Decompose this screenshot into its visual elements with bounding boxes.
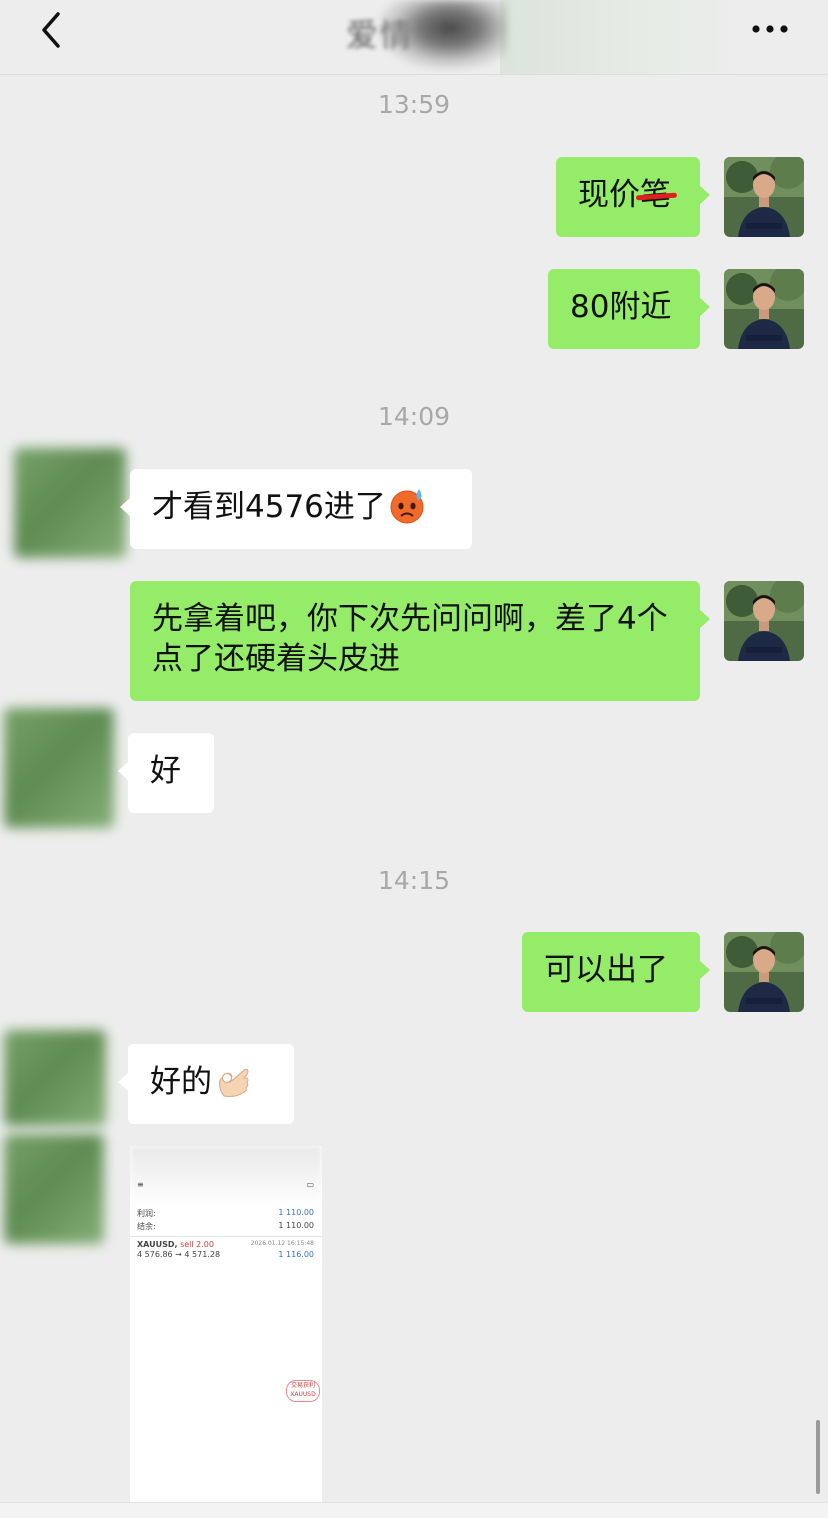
trade-row: XAUUSD, sell 2.00 2026.01.12 16:15:48: [137, 1240, 314, 1249]
outgoing-message[interactable]: 可以出了: [522, 932, 710, 1012]
profit-label: 利润:: [137, 1209, 156, 1218]
incoming-message[interactable]: 才看到4576进了: [120, 469, 472, 549]
message-text: 可以出了: [544, 952, 668, 988]
outgoing-message[interactable]: 80附近: [548, 269, 710, 349]
redacted-avatar[interactable]: [4, 708, 114, 828]
avatar[interactable]: [724, 932, 804, 1012]
anxious-face-with-sweat-icon: [390, 489, 424, 524]
balance-value: 1 110.00: [278, 1221, 314, 1230]
profit-row: 利润: 1 110.00: [137, 1208, 314, 1219]
image-blur-overlay: [130, 1146, 322, 1206]
message-text: 好的: [150, 1064, 212, 1100]
trade-date: 2026.01.12 16:15:48: [250, 1240, 314, 1247]
message-text: 好: [150, 753, 181, 789]
avatar[interactable]: [724, 157, 804, 237]
top-bar: 爱情: [0, 0, 828, 75]
avatar[interactable]: [724, 581, 804, 661]
calendar-icon: ▭: [306, 1180, 314, 1189]
divider: [130, 1236, 322, 1237]
balance-label: 结余:: [137, 1222, 156, 1231]
redacted-avatar[interactable]: [4, 1030, 106, 1126]
more-button[interactable]: [748, 14, 794, 44]
balance-row: 结余: 1 110.00: [137, 1221, 314, 1232]
stamp-line: 交易获利: [290, 1382, 315, 1389]
trade-action: sell 2.00: [180, 1240, 214, 1249]
more-dots-icon: [752, 25, 788, 33]
outgoing-message[interactable]: 先拿着吧，你下次先问问啊，差了4个点了还硬着头皮进: [130, 581, 710, 701]
timestamp: 14:15: [377, 866, 451, 895]
title-redaction-wash: [500, 0, 750, 74]
stamp-line: XAUUSD: [290, 1391, 316, 1398]
message-text: 80附近: [570, 289, 672, 325]
menu-icon: ≡ ▭: [137, 1180, 314, 1189]
redacted-avatar[interactable]: [14, 448, 126, 558]
chat-screen: 爱情 13:59 现价笔 80附近: [0, 0, 828, 1518]
incoming-message[interactable]: 好: [118, 733, 214, 813]
image-message[interactable]: ≡ ▭ 利润: 1 110.00 结余: 1 110.00 XAUUSD, sel…: [130, 1146, 322, 1502]
timestamp: 13:59: [377, 90, 451, 119]
outgoing-message[interactable]: 现价笔: [556, 157, 710, 237]
struck-text: 笔: [640, 177, 671, 213]
message-text: 才看到4576进了: [152, 489, 386, 525]
trade-prices-row: 4 576.86 → 4 571.28 1 116.00: [137, 1250, 314, 1259]
trade-prices: 4 576.86 → 4 571.28: [137, 1250, 221, 1259]
input-area-edge: [0, 1502, 828, 1518]
trade-symbol: XAUUSD,: [137, 1240, 178, 1249]
title-redaction-smudge: [378, 0, 508, 70]
scrollbar[interactable]: [816, 1420, 820, 1494]
profit-value: 1 110.00: [278, 1208, 314, 1217]
profit-stamp: 交易获利 XAUUSD: [286, 1380, 320, 1402]
message-text: 先拿着吧，你下次先问问啊，差了4个点了还硬着头皮进: [152, 601, 668, 677]
trade-profit: 1 116.00: [278, 1250, 314, 1259]
incoming-message[interactable]: 好的: [118, 1044, 294, 1124]
back-button[interactable]: [30, 8, 74, 52]
avatar[interactable]: [724, 269, 804, 349]
ok-hand-icon: [219, 1068, 249, 1097]
timestamp: 14:09: [377, 402, 451, 431]
chevron-left-icon: [42, 12, 60, 48]
message-text: 现价: [578, 177, 640, 213]
redacted-avatar[interactable]: [4, 1134, 104, 1244]
